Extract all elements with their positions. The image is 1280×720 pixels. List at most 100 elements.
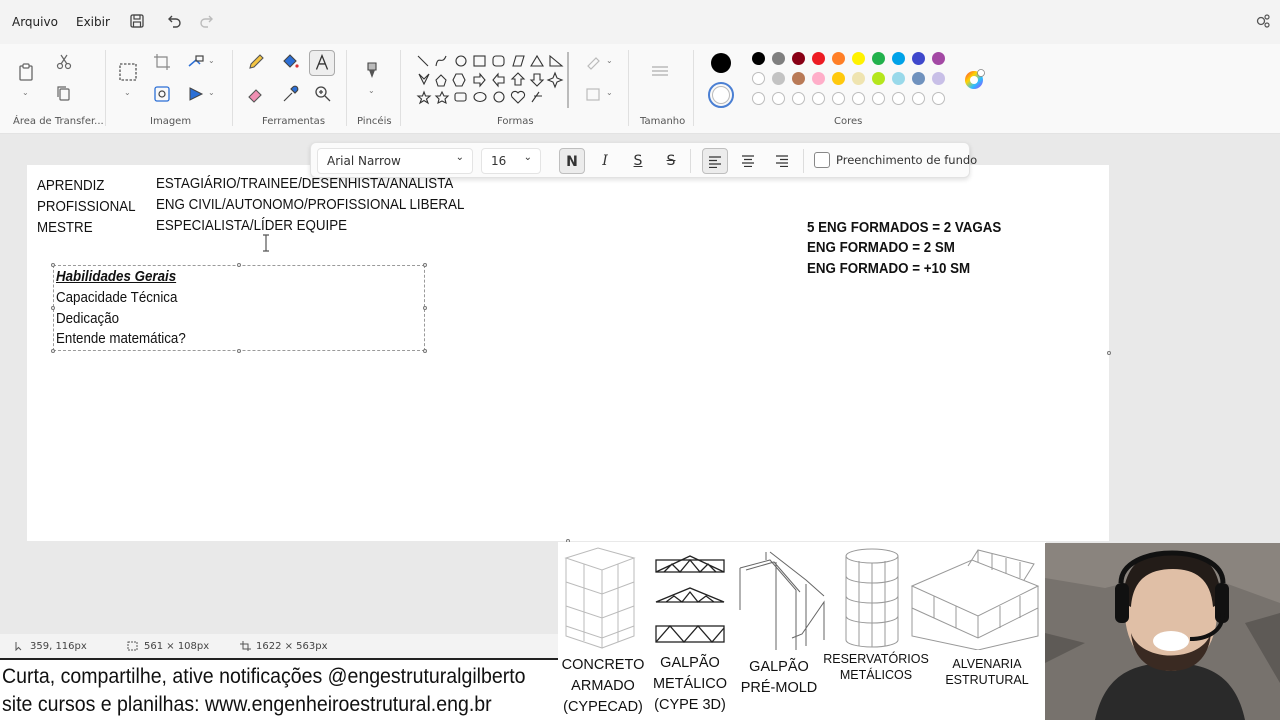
color-picker-icon[interactable]: [280, 84, 300, 104]
chevron-down-icon[interactable]: ⌄: [124, 88, 131, 97]
color-swatch[interactable]: [912, 72, 925, 85]
color-swatch[interactable]: [892, 72, 905, 85]
chevron-down-icon[interactable]: ⌄: [368, 86, 375, 95]
resize-handle[interactable]: [237, 349, 241, 353]
menu-file[interactable]: Arquivo: [12, 15, 58, 29]
color-swatch[interactable]: [852, 52, 865, 65]
selection-size: 561 × 108px: [144, 641, 210, 652]
crop-icon[interactable]: [152, 52, 172, 72]
service-line: ESTRUTURAL: [945, 673, 1029, 687]
banner-line-2: site cursos e planilhas: www.engenheiroe…: [2, 693, 492, 716]
custom-color-slot[interactable]: [872, 92, 885, 105]
eraser-icon[interactable]: [246, 84, 266, 104]
color-swatch[interactable]: [812, 72, 825, 85]
resize-handle[interactable]: [51, 306, 55, 310]
text-tool-button[interactable]: [309, 50, 335, 76]
color-swatch[interactable]: [912, 52, 925, 65]
underline-button[interactable]: S: [625, 148, 651, 174]
color-swatch[interactable]: [892, 52, 905, 65]
copy-icon[interactable]: [54, 84, 74, 104]
skill-item: Dedicação: [56, 311, 120, 327]
undo-icon[interactable]: [165, 12, 183, 30]
resize-icon[interactable]: [186, 52, 206, 72]
image-search-icon[interactable]: [152, 84, 172, 104]
service-line: RESERVATÓRIOS: [823, 652, 929, 666]
stat-line: 5 ENG FORMADOS = 2 VAGAS: [807, 220, 1002, 236]
font-size-value: 16: [491, 154, 507, 168]
fill-icon[interactable]: [280, 52, 300, 72]
color1-swatch[interactable]: [711, 53, 731, 73]
color-swatch[interactable]: [852, 72, 865, 85]
align-left-button[interactable]: [702, 148, 728, 174]
color-swatch[interactable]: [752, 72, 765, 85]
color2-selector[interactable]: [708, 82, 734, 108]
resize-handle[interactable]: [423, 306, 427, 310]
custom-color-slot[interactable]: [752, 92, 765, 105]
chevron-down-icon[interactable]: ⌄: [22, 88, 29, 97]
brush-icon[interactable]: [362, 60, 382, 80]
color-swatch[interactable]: [872, 52, 885, 65]
chevron-down-icon[interactable]: ⌄: [208, 88, 215, 97]
pencil-icon[interactable]: [246, 52, 266, 72]
redo-icon[interactable]: [198, 12, 216, 30]
menu-view[interactable]: Exibir: [76, 15, 110, 29]
paste-icon[interactable]: [16, 62, 36, 82]
italic-button[interactable]: I: [592, 148, 618, 174]
color-swatch[interactable]: [932, 52, 945, 65]
custom-color-slot[interactable]: [792, 92, 805, 105]
color-swatch[interactable]: [872, 72, 885, 85]
title-bar: Arquivo Exibir: [0, 0, 1280, 44]
custom-color-slot[interactable]: [912, 92, 925, 105]
edit-colors-icon[interactable]: [963, 69, 985, 91]
service-tanks: RESERVATÓRIOS METÁLICOS: [820, 651, 932, 683]
chevron-down-icon[interactable]: ⌄: [606, 56, 613, 65]
color-swatch[interactable]: [792, 52, 805, 65]
shapes-gallery[interactable]: [414, 52, 570, 108]
rotate-icon[interactable]: [186, 84, 206, 104]
custom-color-slot[interactable]: [812, 92, 825, 105]
custom-color-slot[interactable]: [772, 92, 785, 105]
color-swatch[interactable]: [932, 72, 945, 85]
fill-shape-icon[interactable]: [584, 84, 604, 104]
stat-line: ENG FORMADO = 2 SM: [807, 240, 955, 256]
resize-handle[interactable]: [51, 263, 55, 267]
save-icon[interactable]: [128, 12, 146, 30]
color-swatch[interactable]: [812, 52, 825, 65]
color-swatch[interactable]: [772, 52, 785, 65]
align-center-button[interactable]: [735, 148, 761, 174]
service-line: GALPÃO: [660, 655, 720, 671]
size-icon[interactable]: [650, 62, 670, 82]
settings-icon[interactable]: [1254, 12, 1272, 30]
resize-handle[interactable]: [237, 263, 241, 267]
color-swatch[interactable]: [752, 52, 765, 65]
strikethrough-button[interactable]: S: [658, 148, 684, 174]
group-shapes-label: Formas: [497, 116, 534, 127]
align-right-button[interactable]: [769, 148, 795, 174]
bold-button[interactable]: N: [559, 148, 585, 174]
font-family-select[interactable]: Arial Narrow ⌄: [317, 148, 473, 174]
color-swatch[interactable]: [832, 52, 845, 65]
custom-color-slot[interactable]: [932, 92, 945, 105]
canvas-resize-handle[interactable]: [1107, 351, 1111, 355]
outline-icon[interactable]: [584, 52, 604, 72]
cut-icon[interactable]: [54, 52, 74, 72]
font-size-select[interactable]: 16 ⌄: [481, 148, 541, 174]
resize-handle[interactable]: [51, 349, 55, 353]
resize-handle[interactable]: [423, 349, 427, 353]
status-bar: 359, 116px 561 × 108px 1622 × 563px: [0, 634, 560, 658]
background-fill-checkbox[interactable]: [814, 152, 830, 168]
resize-handle[interactable]: [423, 263, 427, 267]
select-icon[interactable]: [118, 62, 138, 82]
custom-color-slot[interactable]: [892, 92, 905, 105]
color-swatch[interactable]: [792, 72, 805, 85]
chevron-down-icon[interactable]: ⌄: [606, 88, 613, 97]
service-steel-shed: GALPÃO METÁLICO (CYPE 3D): [646, 653, 734, 716]
color-swatch[interactable]: [832, 72, 845, 85]
chevron-down-icon[interactable]: ⌄: [208, 56, 215, 65]
color-swatch[interactable]: [772, 72, 785, 85]
custom-color-slot[interactable]: [852, 92, 865, 105]
magnifier-icon[interactable]: [313, 84, 333, 104]
group-image-label: Imagem: [150, 116, 192, 127]
divider: [628, 50, 629, 126]
custom-color-slot[interactable]: [832, 92, 845, 105]
